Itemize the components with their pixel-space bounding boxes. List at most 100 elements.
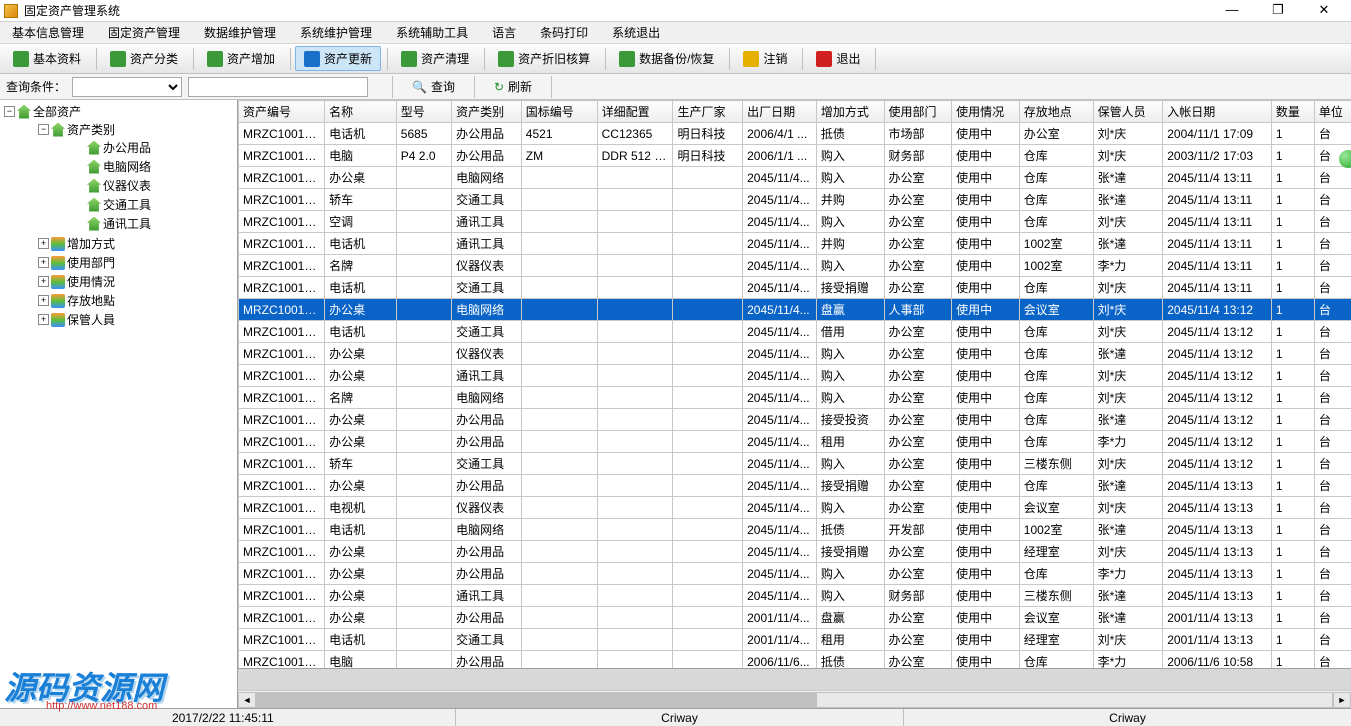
menu-系统退出[interactable]: 系统退出 xyxy=(606,22,666,43)
tree-expander[interactable]: + xyxy=(38,295,49,306)
tree-expander[interactable]: + xyxy=(38,257,49,268)
maximize-button[interactable]: ❐ xyxy=(1255,0,1301,22)
col-unit[interactable]: 单位 xyxy=(1314,101,1351,123)
col-category[interactable]: 资产类别 xyxy=(452,101,522,123)
table-row[interactable]: MRZC1001-1051电话机交通工具2001/11/4...租用办公室使用中… xyxy=(239,629,1351,651)
asset-grid[interactable]: 资产编号名称型号资产类别国标编号详细配置生产厂家出厂日期增加方式使用部门使用情况… xyxy=(238,100,1351,708)
table-row[interactable]: MRZC1001-1036电话机交通工具2045/11/4...借用办公室使用中… xyxy=(239,321,1351,343)
table-row[interactable]: MRZC1001-1031空调通讯工具2045/11/4...购入办公室使用中仓… xyxy=(239,211,1351,233)
menu-语言[interactable]: 语言 xyxy=(486,22,522,43)
tree-expander[interactable]: + xyxy=(38,238,49,249)
col-usage[interactable]: 使用情况 xyxy=(952,101,1020,123)
tree-expander[interactable]: − xyxy=(4,106,15,117)
table-row[interactable]: MRZC1001-1035办公桌电脑网络2045/11/4...盘赢人事部使用中… xyxy=(239,299,1351,321)
col-addway[interactable]: 增加方式 xyxy=(816,101,884,123)
col-keeper[interactable]: 保管人员 xyxy=(1093,101,1163,123)
menu-条码打印[interactable]: 条码打印 xyxy=(534,22,594,43)
table-row[interactable]: MRZC1001-1045电视机仪器仪表2045/11/4...购入办公室使用中… xyxy=(239,497,1351,519)
menu-基本信息管理[interactable]: 基本信息管理 xyxy=(6,22,90,43)
table-row[interactable]: MRZC1001-1050办公桌办公用品2001/11/4...盘赢办公室使用中… xyxy=(239,607,1351,629)
asset-clear-icon xyxy=(401,51,417,67)
col-location[interactable]: 存放地点 xyxy=(1019,101,1093,123)
tree-node-使用部門[interactable]: +使用部門 xyxy=(18,254,237,271)
menu-系统辅助工具[interactable]: 系统辅助工具 xyxy=(390,22,474,43)
tree-node-存放地點[interactable]: +存放地點 xyxy=(18,292,237,309)
tool-basic-info[interactable]: 基本资料 xyxy=(4,46,90,71)
tool-asset-add[interactable]: 资产增加 xyxy=(198,46,284,71)
col-config[interactable]: 详细配置 xyxy=(597,101,673,123)
tree-expander[interactable]: + xyxy=(38,276,49,287)
tree-pane[interactable]: − 全部资产−资产类别办公用品电脑网络仪器仪表交通工具通讯工具 +增加方式 +使用部門… xyxy=(0,100,238,708)
table-row[interactable]: MRZC1001-1038办公桌通讯工具2045/11/4...购入办公室使用中… xyxy=(239,365,1351,387)
tree-expander[interactable]: + xyxy=(38,314,49,325)
col-name[interactable]: 名称 xyxy=(325,101,397,123)
tree-node-办公用品[interactable]: 办公用品 xyxy=(36,139,237,156)
tree-node-全部资产[interactable]: − 全部资产 xyxy=(0,103,237,120)
tree-node-保管人員[interactable]: + 保管人員 xyxy=(18,311,237,328)
table-row[interactable]: MRZC1001-1027办公桌电脑网络2045/11/4...购入办公室使用中… xyxy=(239,167,1351,189)
tree-node-增加方式[interactable]: +增加方式 xyxy=(18,235,237,252)
menu-数据维护管理[interactable]: 数据维护管理 xyxy=(198,22,282,43)
table-row[interactable]: MRZC1001-1034电话机交通工具2045/11/4...接受捐赠办公室使… xyxy=(239,277,1351,299)
table-row[interactable]: MRZC1001-1037办公桌仪器仪表2045/11/4...购入办公室使用中… xyxy=(239,343,1351,365)
tree-node-电脑网络[interactable]: 电脑网络 xyxy=(36,158,237,175)
tool-asset-category[interactable]: 资产分类 xyxy=(101,46,187,71)
backup-restore-icon xyxy=(619,51,635,67)
tool-asset-depreciation[interactable]: 资产折旧核算 xyxy=(489,46,599,71)
table-row[interactable]: MRZC1001-1047办公桌办公用品2045/11/4...接受捐赠办公室使… xyxy=(239,541,1351,563)
col-model[interactable]: 型号 xyxy=(396,101,451,123)
table-row[interactable]: MRZC1001-1049办公桌通讯工具2045/11/4...购入财务部使用中… xyxy=(239,585,1351,607)
tree-expander[interactable]: − xyxy=(38,124,49,135)
refresh-icon: ↻ xyxy=(494,80,504,94)
grid-hscroll[interactable]: ◄ ► xyxy=(238,690,1351,708)
tree-node-仪器仪表[interactable]: 仪器仪表 xyxy=(36,177,237,194)
table-row[interactable]: MRZC1001-1041办公桌办公用品2045/11/4...租用办公室使用中… xyxy=(239,431,1351,453)
table-row[interactable]: MRZC1001-1042轿车交通工具2045/11/4...购入办公室使用中三… xyxy=(239,453,1351,475)
refresh-button[interactable]: ↻ 刷新 xyxy=(485,75,541,98)
menu-固定资产管理[interactable]: 固定资产管理 xyxy=(102,22,186,43)
col-indate[interactable]: 入帐日期 xyxy=(1163,101,1272,123)
search-button-label: 查询 xyxy=(431,78,455,95)
table-row[interactable]: MRZC1001-1048办公桌办公用品2045/11/4...购入办公室使用中… xyxy=(239,563,1351,585)
col-code[interactable]: 资产编号 xyxy=(239,101,325,123)
col-qty[interactable]: 数量 xyxy=(1271,101,1314,123)
query-condition-combo[interactable] xyxy=(72,77,182,97)
col-dept[interactable]: 使用部门 xyxy=(884,101,952,123)
scroll-track[interactable] xyxy=(256,692,1333,708)
table-row[interactable]: MRZC1001-1044办公桌办公用品2045/11/4...接受捐赠办公室使… xyxy=(239,475,1351,497)
tree-label: 保管人員 xyxy=(67,311,115,328)
close-button[interactable]: ✕ xyxy=(1301,0,1347,22)
tool-asset-update[interactable]: 资产更新 xyxy=(295,46,381,71)
menu-系统维护管理[interactable]: 系统维护管理 xyxy=(294,22,378,43)
tool-exit[interactable]: 退出 xyxy=(807,46,869,71)
scroll-right-button[interactable]: ► xyxy=(1333,692,1351,708)
tree-node-通讯工具[interactable]: 通讯工具 xyxy=(36,215,237,232)
col-gbcode[interactable]: 国标编号 xyxy=(521,101,597,123)
table-row[interactable]: MRZC1001-1039名牌电脑网络2045/11/4...购入办公室使用中仓… xyxy=(239,387,1351,409)
minimize-button[interactable]: — xyxy=(1209,0,1255,22)
query-value-input[interactable] xyxy=(188,77,368,97)
table-row[interactable]: MRZC1001-1040办公桌办公用品2045/11/4...接受投资办公室使… xyxy=(239,409,1351,431)
table-row[interactable]: MRZC1001-1046电话机电脑网络2045/11/4...抵债开发部使用中… xyxy=(239,519,1351,541)
col-outdate[interactable]: 出厂日期 xyxy=(743,101,817,123)
scroll-left-button[interactable]: ◄ xyxy=(238,692,256,708)
tree-label: 全部资产 xyxy=(33,103,81,120)
exit-icon xyxy=(816,51,832,67)
tool-backup-restore[interactable]: 数据备份/恢复 xyxy=(610,46,723,71)
search-button[interactable]: 🔍 查询 xyxy=(403,75,464,98)
table-row[interactable]: MRZC1001-1030轿车交通工具2045/11/4...并购办公室使用中仓… xyxy=(239,189,1351,211)
tree-node-使用情況[interactable]: +使用情況 xyxy=(18,273,237,290)
table-row[interactable]: MRZC1001-1017电话机5685办公用品4521CC12365明日科技2… xyxy=(239,123,1351,145)
col-maker[interactable]: 生产厂家 xyxy=(673,101,743,123)
table-row[interactable]: MRZC1001-1033名牌仪器仪表2045/11/4...购入办公室使用中1… xyxy=(239,255,1351,277)
table-row[interactable]: MRZC1001-1026电脑P4 2.0办公用品ZMDDR 512 M...明… xyxy=(239,145,1351,167)
grid-scroll[interactable]: 资产编号名称型号资产类别国标编号详细配置生产厂家出厂日期增加方式使用部门使用情况… xyxy=(238,100,1351,708)
table-row[interactable]: MRZC1001-1032电话机通讯工具2045/11/4...并购办公室使用中… xyxy=(239,233,1351,255)
scroll-thumb[interactable] xyxy=(257,693,817,707)
tool-logout[interactable]: 注销 xyxy=(734,46,796,71)
tool-asset-clear[interactable]: 资产清理 xyxy=(392,46,478,71)
tree-node-交通工具[interactable]: 交通工具 xyxy=(36,196,237,213)
tree-node-资产类别[interactable]: −资产类别 xyxy=(18,121,237,138)
home-icon xyxy=(87,160,101,174)
main-content: −全部资产−资产类别办公用品电脑网络仪器仪表交通工具通讯工具+增加方式+使用部門… xyxy=(0,100,1351,708)
